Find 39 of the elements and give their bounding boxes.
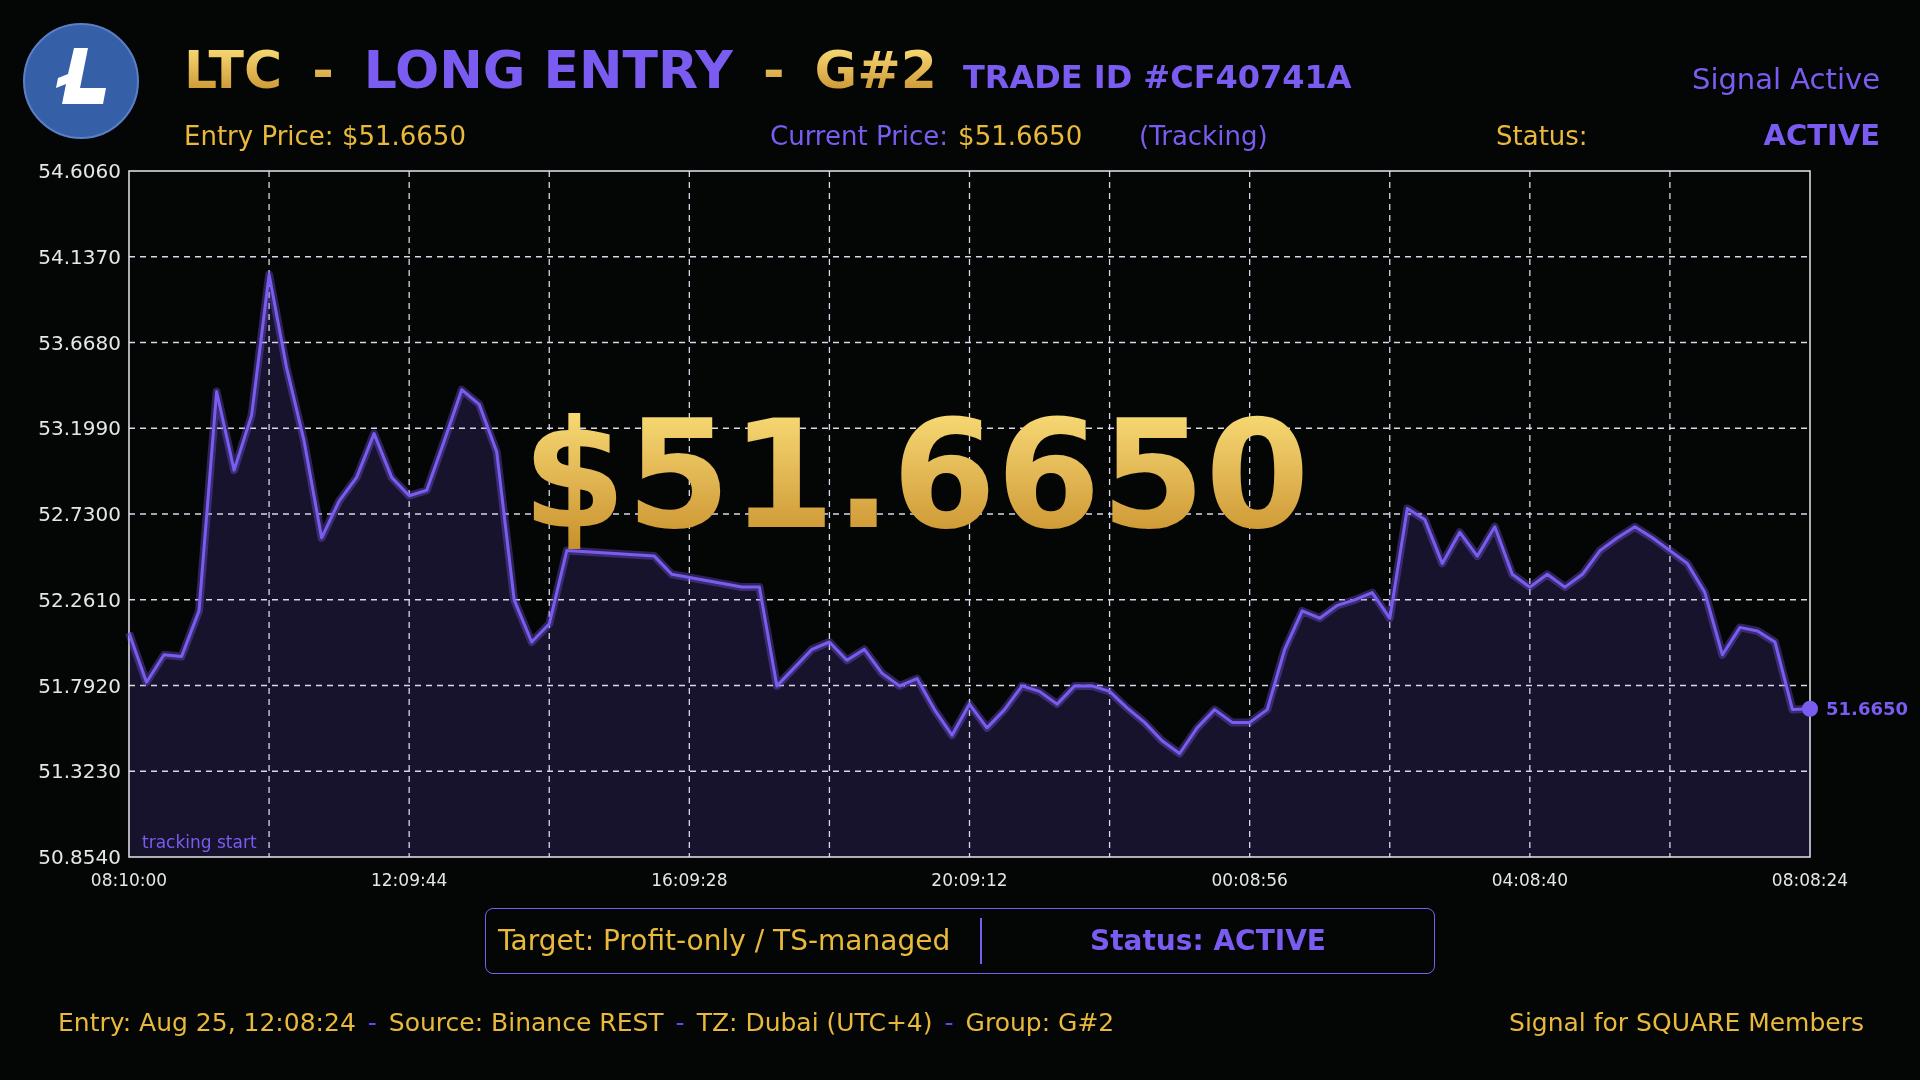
axis-tick-label: 52.2610: [38, 587, 121, 612]
footer-text: TZ: Dubai (UTC+4): [696, 1007, 933, 1039]
axis-tick-label: 00:08:56: [1211, 870, 1288, 890]
footer-text: Group: G#2: [965, 1007, 1115, 1039]
target-text: Target: Profit-only / TS-managed: [497, 923, 952, 959]
axis-tick-label: 54.6060: [38, 160, 121, 183]
axis-tick-label: 04:08:40: [1491, 870, 1568, 890]
audience-note: Signal for SQUARE Members: [1509, 1007, 1864, 1039]
axis-tick-label: 08:10:00: [90, 870, 168, 890]
axis-tick-label: 16:09:28: [651, 870, 728, 890]
axis-tick-label: 51.3230: [38, 759, 121, 784]
end-value-label: 51.6650: [1826, 697, 1908, 719]
current-price: $51.6650: [958, 120, 1083, 153]
axis-tick-label: 20:09:12: [931, 870, 1008, 890]
end-marker: [1802, 700, 1818, 717]
entry-price: Entry Price: $51.6650: [184, 120, 467, 153]
axis-tick-label: 51.7920: [38, 673, 121, 698]
status-label: Status:: [1496, 120, 1589, 153]
coin-icon: [22, 22, 140, 140]
axis-tick-label: 08:08:24: [1771, 870, 1849, 890]
separator-text: -: [675, 1007, 685, 1039]
tracking-label: (Tracking): [1139, 120, 1269, 153]
status-text: Status: ACTIVE: [1089, 923, 1327, 959]
axis-tick-label: 12:09:44: [371, 870, 448, 890]
start-label: tracking start: [142, 832, 257, 852]
title-text: LONG ENTRY: [363, 44, 733, 96]
current-price-label: Current Price:: [770, 120, 949, 153]
footer-text: Source: Binance REST: [388, 1007, 664, 1039]
axis-tick-label: 53.6680: [38, 330, 121, 355]
axis-tick-label: 54.1370: [38, 244, 121, 269]
trade-id: TRADE ID #CF40741A: [962, 61, 1352, 93]
separator-text: -: [944, 1007, 954, 1039]
footer-text: Entry: Aug 25, 12:08:24: [58, 1007, 356, 1039]
axis-tick-label: 53.1990: [38, 416, 121, 441]
signal-state: Signal Active: [1692, 61, 1880, 98]
separator-text: -: [367, 1007, 377, 1039]
status-value: ACTIVE: [1763, 117, 1880, 154]
axis-tick-label: 52.7300: [38, 502, 121, 526]
axis-tick-label: 50.8540: [38, 845, 121, 869]
